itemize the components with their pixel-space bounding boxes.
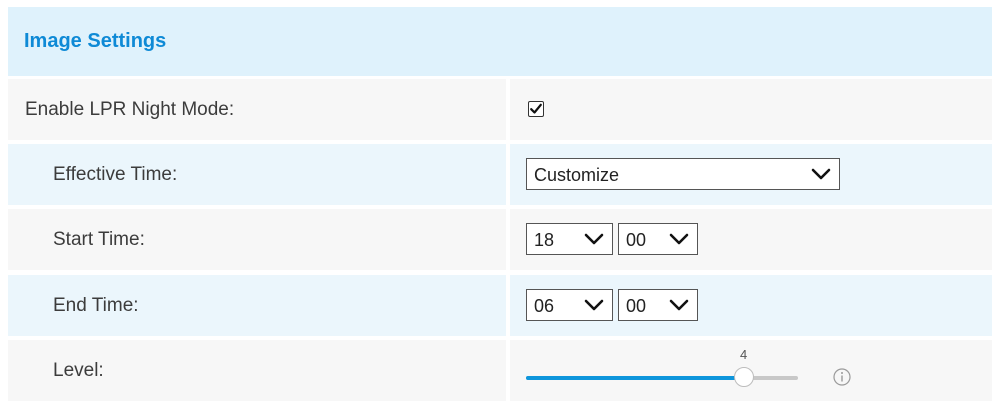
panel-title: Image Settings — [24, 30, 167, 52]
end-hour-value: 06 — [534, 296, 555, 316]
chevron-down-icon — [584, 233, 604, 245]
end-minute-select[interactable]: 00 — [618, 289, 698, 321]
panel-header: Image Settings — [8, 7, 992, 76]
end-minute-value: 00 — [626, 296, 647, 316]
level-slider[interactable]: 4 — [526, 347, 798, 387]
row-effective-time: Effective Time: Customize — [8, 144, 992, 205]
row-level: Level: 4 — [8, 340, 992, 401]
effective-time-label: Effective Time: — [53, 164, 178, 185]
effective-time-select[interactable]: Customize — [526, 158, 840, 190]
end-time-label: End Time: — [53, 295, 139, 316]
night-mode-label: Enable LPR Night Mode: — [25, 99, 235, 120]
row-night-mode: Enable LPR Night Mode: — [8, 79, 992, 140]
chevron-down-icon — [669, 233, 689, 245]
chevron-down-icon — [811, 168, 831, 180]
level-slider-fill — [526, 376, 744, 380]
start-minute-value: 00 — [626, 230, 647, 250]
info-icon[interactable] — [832, 367, 852, 387]
effective-time-value: Customize — [534, 165, 620, 185]
night-mode-checkbox[interactable] — [528, 101, 544, 117]
chevron-down-icon — [584, 299, 604, 311]
chevron-down-icon — [669, 299, 689, 311]
row-start-time: Start Time: 18 00 — [8, 209, 992, 270]
level-label: Level: — [53, 360, 104, 381]
level-slider-handle[interactable] — [733, 367, 754, 387]
start-minute-select[interactable]: 00 — [618, 223, 698, 255]
end-hour-select[interactable]: 06 — [526, 289, 613, 321]
checkmark-icon — [530, 103, 542, 114]
start-hour-select[interactable]: 18 — [526, 223, 613, 255]
row-end-time: End Time: 06 00 — [8, 275, 992, 336]
level-value: 4 — [739, 347, 748, 362]
start-time-label: Start Time: — [53, 229, 145, 250]
start-hour-value: 18 — [534, 230, 555, 250]
